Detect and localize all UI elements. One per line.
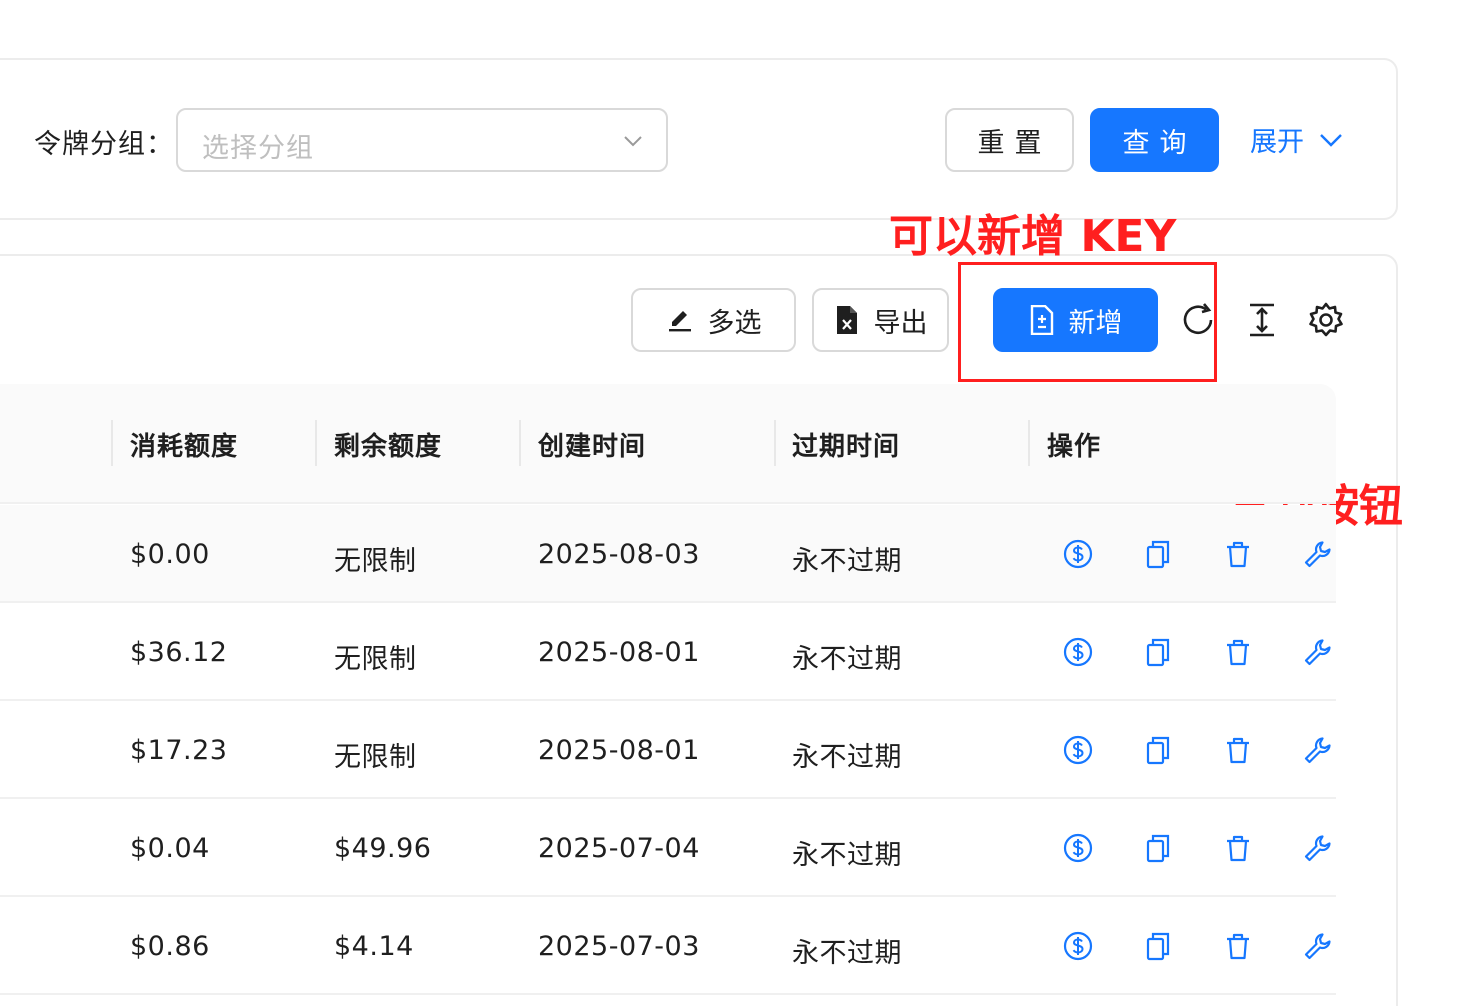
- table-row: $0.00 无限制 2025-08-03 永不过期: [0, 505, 1336, 603]
- delete-icon[interactable]: [1222, 538, 1254, 570]
- column-header-used[interactable]: 消耗额度: [130, 426, 238, 463]
- add-key-highlight-box: [958, 262, 1217, 382]
- delete-icon[interactable]: [1222, 734, 1254, 766]
- cell-remaining: 无限制: [334, 735, 417, 774]
- add-key-annotation: 可以新增 KEY: [889, 200, 1176, 264]
- cell-expires: 永不过期: [792, 833, 902, 872]
- tool-icon[interactable]: [1302, 832, 1334, 864]
- tool-icon[interactable]: [1302, 734, 1334, 766]
- reset-button[interactable]: 重置: [945, 108, 1074, 172]
- delete-icon[interactable]: [1222, 636, 1254, 668]
- column-separator: [1028, 420, 1030, 466]
- excel-file-icon: [834, 305, 860, 335]
- cell-remaining: $4.14: [334, 931, 414, 962]
- table-row: $17.23 无限制 2025-08-01 永不过期: [0, 701, 1336, 799]
- copy-icon[interactable]: [1142, 636, 1174, 668]
- cell-created: 2025-07-03: [538, 931, 700, 962]
- token-group-label: 令牌分组：: [34, 122, 174, 161]
- query-button[interactable]: 查询: [1090, 108, 1219, 172]
- export-button[interactable]: 导出: [812, 288, 949, 352]
- tool-icon[interactable]: [1302, 538, 1334, 570]
- dollar-icon[interactable]: [1062, 538, 1094, 570]
- delete-icon[interactable]: [1222, 930, 1254, 962]
- cell-created: 2025-08-01: [538, 637, 700, 668]
- column-separator: [774, 420, 776, 466]
- expand-label: 展开: [1250, 120, 1304, 159]
- table-row: $0.04 $49.96 2025-07-04 永不过期: [0, 799, 1336, 897]
- multi-select-label: 多选: [708, 301, 762, 340]
- cell-expires: 永不过期: [792, 637, 902, 676]
- chevron-down-icon: [622, 130, 644, 152]
- token-group-select[interactable]: 选择分组: [176, 108, 668, 172]
- cell-used: $0.86: [130, 931, 210, 962]
- column-height-icon[interactable]: [1242, 300, 1282, 340]
- copy-icon[interactable]: [1142, 930, 1174, 962]
- cell-remaining: $49.96: [334, 833, 431, 864]
- cell-created: 2025-07-04: [538, 833, 700, 864]
- column-header-actions: 操作: [1047, 426, 1101, 463]
- cell-remaining: 无限制: [334, 539, 417, 578]
- copy-icon[interactable]: [1142, 734, 1174, 766]
- column-header-created[interactable]: 创建时间: [538, 426, 646, 463]
- cell-used: $0.00: [130, 539, 210, 570]
- dollar-icon[interactable]: [1062, 832, 1094, 864]
- setting-icon[interactable]: [1306, 300, 1346, 340]
- cell-created: 2025-08-03: [538, 539, 700, 570]
- dollar-icon[interactable]: [1062, 930, 1094, 962]
- dollar-icon[interactable]: [1062, 636, 1094, 668]
- multi-select-button[interactable]: 多选: [631, 288, 796, 352]
- chevron-down-icon: [1318, 127, 1344, 153]
- export-label: 导出: [874, 301, 928, 340]
- cell-used: $0.04: [130, 833, 210, 864]
- dollar-icon[interactable]: [1062, 734, 1094, 766]
- cell-expires: 永不过期: [792, 539, 902, 578]
- column-header-remaining[interactable]: 剩余额度: [334, 426, 442, 463]
- cell-created: 2025-08-01: [538, 735, 700, 766]
- copy-icon[interactable]: [1142, 538, 1174, 570]
- select-placeholder: 选择分组: [202, 126, 314, 165]
- expand-link[interactable]: 展开: [1250, 120, 1344, 159]
- column-separator: [315, 420, 317, 466]
- edit-icon: [666, 306, 694, 334]
- copy-icon[interactable]: [1142, 832, 1174, 864]
- cell-expires: 永不过期: [792, 735, 902, 774]
- cell-remaining: 无限制: [334, 637, 417, 676]
- cell-used: $36.12: [130, 637, 227, 668]
- cell-expires: 永不过期: [792, 931, 902, 970]
- column-separator: [111, 420, 113, 466]
- delete-icon[interactable]: [1222, 832, 1254, 864]
- page: 令牌分组： 选择分组 重置 查询 展开 多选 导出: [0, 0, 1466, 1006]
- table-row: $0.86 $4.14 2025-07-03 永不过期: [0, 897, 1336, 995]
- column-separator: [519, 420, 521, 466]
- cell-used: $17.23: [130, 735, 227, 766]
- tool-icon[interactable]: [1302, 930, 1334, 962]
- table-row: $36.12 无限制 2025-08-01 永不过期: [0, 603, 1336, 701]
- column-header-expires[interactable]: 过期时间: [792, 426, 900, 463]
- tool-icon[interactable]: [1302, 636, 1334, 668]
